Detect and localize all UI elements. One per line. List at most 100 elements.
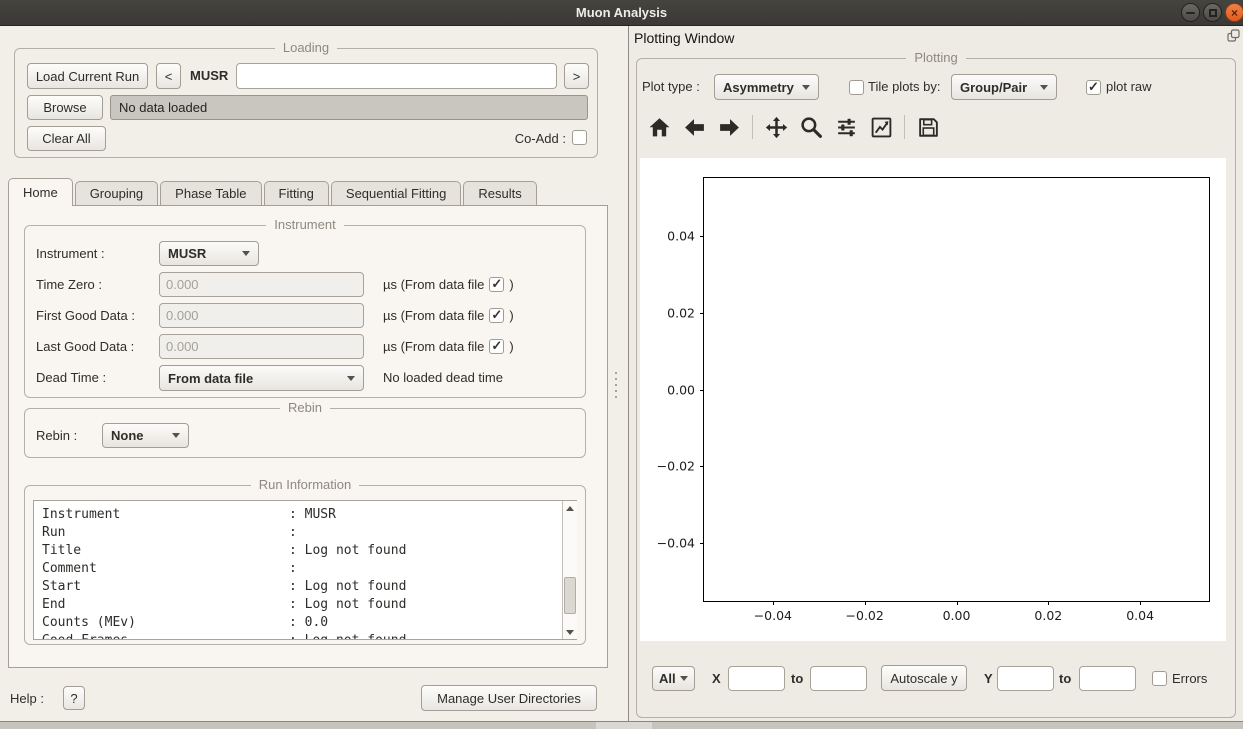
range-scope-combobox[interactable]: All <box>652 666 695 691</box>
y-tick-label: 0.04 <box>667 228 695 243</box>
save-icon <box>917 116 940 139</box>
first-good-data-input[interactable] <box>159 303 364 328</box>
rebin-combobox[interactable]: None <box>102 423 189 448</box>
save-button[interactable] <box>913 112 943 142</box>
tile-plots-checkbox[interactable] <box>849 80 864 95</box>
subplots-icon <box>835 116 858 139</box>
y-to-input[interactable] <box>1079 666 1136 691</box>
instrument-label: Instrument : <box>36 241 105 266</box>
y-tick-mark <box>700 390 704 391</box>
tab-results[interactable]: Results <box>463 181 536 206</box>
tab-sequential-fitting[interactable]: Sequential Fitting <box>331 181 461 206</box>
rebin-label: Rebin : <box>36 423 77 448</box>
float-dock-icon[interactable] <box>1227 29 1240 42</box>
time-zero-input[interactable] <box>159 272 364 297</box>
run-info-line: Good Frames: Log not found <box>42 632 556 640</box>
x-tick-label: 0.02 <box>1034 608 1062 623</box>
customize-icon <box>870 116 893 139</box>
run-info-line: Comment: <box>42 560 556 578</box>
tab-home[interactable]: Home <box>8 178 73 206</box>
instrument-combobox[interactable]: MUSR <box>159 241 259 266</box>
to-label: to <box>791 666 803 691</box>
run-info-line: Title: Log not found <box>42 542 556 560</box>
run-info-line: Run: <box>42 524 556 542</box>
first-good-data-unit: µs (From data file ) <box>383 303 514 328</box>
scroll-down-icon[interactable] <box>563 625 577 639</box>
to-label: to <box>1059 666 1071 691</box>
home-icon <box>648 116 671 139</box>
instrument-prefix-label: MUSR <box>190 63 228 89</box>
back-icon <box>683 116 706 139</box>
tab-grouping[interactable]: Grouping <box>75 181 158 206</box>
back-button[interactable] <box>679 112 709 142</box>
x-tick-label: −0.04 <box>754 608 792 623</box>
x-range-label: X <box>712 666 721 691</box>
pan-button[interactable] <box>761 112 791 142</box>
x-to-input[interactable] <box>810 666 867 691</box>
x-tick-mark <box>957 601 958 605</box>
browse-button[interactable]: Browse <box>27 95 103 120</box>
errors-label: Errors <box>1172 666 1207 691</box>
run-info-scrollbar[interactable] <box>562 501 577 639</box>
last-good-data-label: Last Good Data : <box>36 334 134 359</box>
y-range-label: Y <box>984 666 993 691</box>
x-from-input[interactable] <box>728 666 785 691</box>
time-zero-unit: µs (From data file ) <box>383 272 514 297</box>
axes[interactable]: −0.04−0.020.000.020.04−0.04−0.020.000.02… <box>703 177 1210 602</box>
close-button[interactable]: × <box>1225 3 1243 22</box>
last-good-from-file-checkbox[interactable] <box>489 339 504 354</box>
x-tick-mark <box>1048 601 1049 605</box>
y-from-input[interactable] <box>997 666 1054 691</box>
titlebar[interactable]: Muon Analysis <box>0 0 1243 26</box>
close-icon: × <box>1231 7 1238 19</box>
errors-checkbox[interactable] <box>1152 671 1167 686</box>
customize-button[interactable] <box>866 112 896 142</box>
autoscale-y-button[interactable]: Autoscale y <box>881 665 967 691</box>
minimize-icon <box>1186 12 1195 14</box>
dead-time-combobox[interactable]: From data file <box>159 365 364 391</box>
run-info-line: Instrument: MUSR <box>42 506 556 524</box>
splitter-handle[interactable] <box>614 372 618 400</box>
tab-fitting[interactable]: Fitting <box>264 181 329 206</box>
tab-phase-table[interactable]: Phase Table <box>160 181 261 206</box>
maximize-button[interactable] <box>1203 3 1222 22</box>
home-button[interactable] <box>644 112 674 142</box>
dock-separator[interactable] <box>628 26 629 722</box>
next-run-button[interactable]: > <box>564 63 589 89</box>
dock-title: Plotting Window <box>634 30 734 46</box>
y-tick-label: −0.04 <box>657 536 695 551</box>
run-info-text[interactable]: Instrument: MUSRRun:Title: Log not found… <box>33 500 577 640</box>
tile-by-combobox[interactable]: Group/Pair <box>951 74 1057 100</box>
scroll-up-icon[interactable] <box>563 501 577 515</box>
y-tick-mark <box>700 543 704 544</box>
clear-all-button[interactable]: Clear All <box>27 126 106 151</box>
prev-run-button[interactable]: < <box>156 63 181 89</box>
subplots-button[interactable] <box>831 112 861 142</box>
plot-type-combobox[interactable]: Asymmetry <box>714 74 819 100</box>
x-tick-mark <box>1140 601 1141 605</box>
first-good-data-label: First Good Data : <box>36 303 135 328</box>
chevron-down-icon <box>680 676 688 681</box>
dead-time-label: Dead Time : <box>36 365 106 390</box>
plot-raw-checkbox[interactable] <box>1086 80 1101 95</box>
last-good-data-unit: µs (From data file ) <box>383 334 514 359</box>
zoom-button[interactable] <box>796 112 826 142</box>
x-tick-label: 0.00 <box>943 608 971 623</box>
forward-button[interactable] <box>714 112 744 142</box>
y-tick-label: 0.02 <box>667 305 695 320</box>
time-zero-from-file-checkbox[interactable] <box>489 277 504 292</box>
scrollbar-thumb[interactable] <box>564 577 576 614</box>
load-current-run-button[interactable]: Load Current Run <box>27 63 148 89</box>
help-label: Help : <box>10 686 44 711</box>
plot-type-label: Plot type : <box>642 74 700 100</box>
run-number-input[interactable] <box>236 63 557 89</box>
coadd-checkbox[interactable] <box>572 130 587 145</box>
window-title: Muon Analysis <box>0 0 1243 25</box>
first-good-from-file-checkbox[interactable] <box>489 308 504 323</box>
load-status-field: No data loaded <box>110 95 588 120</box>
help-button[interactable]: ? <box>63 686 85 710</box>
coadd-label: Co-Add : <box>505 126 566 151</box>
manage-user-directories-button[interactable]: Manage User Directories <box>421 685 597 711</box>
last-good-data-input[interactable] <box>159 334 364 359</box>
minimize-button[interactable] <box>1181 3 1200 22</box>
